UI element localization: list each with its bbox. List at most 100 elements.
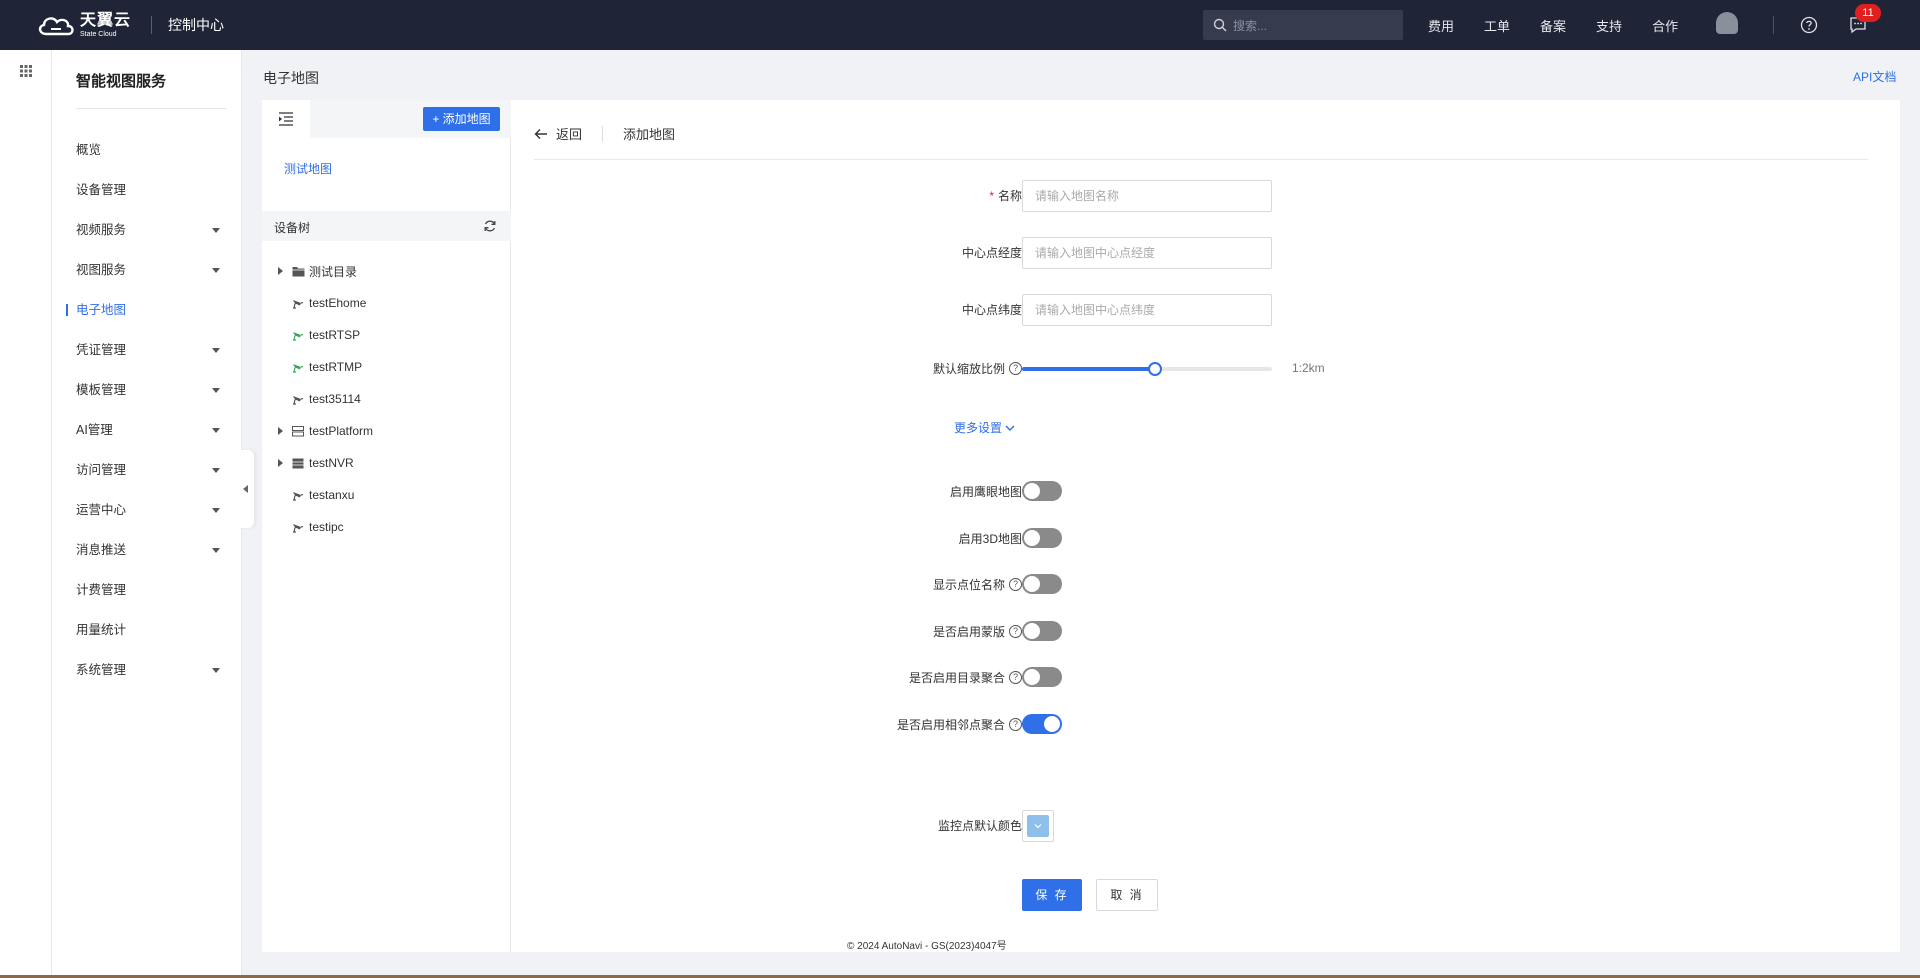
sidebar-item[interactable]: 概览 xyxy=(52,130,242,170)
map-list-item[interactable]: 测试地图 xyxy=(284,160,332,177)
save-button[interactable]: 保 存 xyxy=(1022,879,1082,911)
sidebar-collapse-handle[interactable] xyxy=(240,450,254,528)
caret-right-icon[interactable] xyxy=(278,459,283,467)
header-divider xyxy=(151,16,153,34)
help-icon[interactable] xyxy=(1800,16,1818,34)
sidebar-item[interactable]: 视图服务 xyxy=(52,250,242,290)
tree-node[interactable]: testanxu xyxy=(262,479,511,511)
form-divider xyxy=(534,159,1868,160)
toggle-switch[interactable] xyxy=(1022,620,1062,641)
tree-node-label: testNVR xyxy=(309,456,354,470)
toggle-switch[interactable] xyxy=(1022,527,1062,548)
sidebar-item[interactable]: 设备管理 xyxy=(52,170,242,210)
page-title: 电子地图 xyxy=(263,70,319,86)
cloud-logo-icon xyxy=(38,17,74,36)
nvr-icon xyxy=(291,457,305,469)
caret-down-icon xyxy=(212,228,220,233)
toggle-switch[interactable] xyxy=(1022,574,1062,595)
color-picker[interactable] xyxy=(1022,810,1054,842)
more-settings-toggle[interactable]: 更多设置 xyxy=(954,419,1016,436)
top-bar: 天翼云 State Cloud 控制中心 搜索... 费用 工单 备案 支持 合… xyxy=(0,0,1920,50)
tree-node[interactable]: testEhome xyxy=(262,287,511,319)
device-tree-title: 设备树 xyxy=(274,221,311,235)
back-button[interactable]: 返回 xyxy=(556,124,582,143)
add-map-button[interactable]: + 添加地图 xyxy=(423,107,500,131)
sidebar-item[interactable]: AI管理 xyxy=(52,410,242,450)
nav-partners[interactable]: 合作 xyxy=(1652,16,1678,35)
sidebar-item[interactable]: 用量统计 xyxy=(52,610,242,650)
tree-node[interactable]: testRTSP xyxy=(262,319,511,351)
help-icon[interactable]: ? xyxy=(1009,718,1022,731)
zoom-label: 默认缩放比例 ? xyxy=(933,360,1022,377)
tree-node[interactable]: testPlatform xyxy=(262,415,511,447)
caret-right-icon[interactable] xyxy=(278,427,283,435)
console-title[interactable]: 控制中心 xyxy=(168,15,224,35)
sidebar-item[interactable]: 消息推送 xyxy=(52,530,242,570)
switch-label: 显示点位名称? xyxy=(933,576,1022,593)
tree-node[interactable]: testipc xyxy=(262,511,511,543)
help-icon[interactable]: ? xyxy=(1009,578,1022,592)
sidebar-item-label: 访问管理 xyxy=(76,463,127,477)
form-title: 添加地图 xyxy=(623,127,676,142)
api-docs-link[interactable]: API文档 xyxy=(1853,68,1896,85)
help-icon[interactable]: ? xyxy=(1009,362,1022,375)
sidebar-item-label: 用量统计 xyxy=(76,623,127,637)
longitude-input[interactable] xyxy=(1022,237,1272,269)
camera-icon xyxy=(291,297,305,309)
toggle-switch[interactable] xyxy=(1022,481,1062,501)
toggle-switch[interactable] xyxy=(1022,714,1062,734)
camera-icon xyxy=(291,329,305,341)
camera-icon xyxy=(291,489,305,501)
help-icon[interactable]: ? xyxy=(1009,624,1022,638)
tree-node-label: testanxu xyxy=(309,488,355,502)
help-icon[interactable]: ? xyxy=(1009,671,1022,685)
sidebar-item[interactable]: 系统管理 xyxy=(52,650,242,690)
sidebar-item-label: AI管理 xyxy=(76,423,113,437)
sidebar-item-label: 计费管理 xyxy=(76,583,127,597)
add-map-form: 返回 添加地图 * 名称 中心点经度 中心点纬度 默认缩放比例 ? xyxy=(512,100,1900,952)
sidebar-item-label: 概览 xyxy=(76,143,102,157)
caret-down-icon xyxy=(212,348,220,353)
tree-node[interactable]: 测试目录 xyxy=(262,255,511,287)
server-icon xyxy=(291,425,305,437)
tree-node[interactable]: testNVR xyxy=(262,447,511,479)
sidebar-item[interactable]: 访问管理 xyxy=(52,450,242,490)
tree-node-label: test35114 xyxy=(309,392,361,406)
arrow-left-icon[interactable] xyxy=(534,127,548,141)
name-input[interactable] xyxy=(1022,180,1272,212)
sidebar-item[interactable]: 电子地图 xyxy=(52,290,242,330)
cancel-button[interactable]: 取 消 xyxy=(1096,879,1158,911)
nav-tickets[interactable]: 工单 xyxy=(1484,16,1510,35)
caret-right-icon[interactable] xyxy=(278,267,283,275)
avatar[interactable] xyxy=(1716,12,1738,34)
sidebar-item-label: 系统管理 xyxy=(76,663,127,677)
nav-filing[interactable]: 备案 xyxy=(1540,16,1566,35)
slider-fill xyxy=(1022,367,1155,371)
sidebar-item-label: 视图服务 xyxy=(76,263,127,277)
zoom-slider[interactable] xyxy=(1022,362,1272,376)
map-list-panel: + 添加地图 测试地图 设备树 测试目录 testEhome testRTSP tes… xyxy=(262,100,511,952)
logo[interactable]: 天翼云 State Cloud xyxy=(36,12,131,38)
slider-thumb[interactable] xyxy=(1147,362,1162,376)
tree-node[interactable]: test35114 xyxy=(262,383,511,415)
toggle-switch[interactable] xyxy=(1022,667,1062,688)
search-input[interactable]: 搜索... xyxy=(1203,10,1403,40)
sidebar-item[interactable]: 视频服务 xyxy=(52,210,242,250)
nav-fees[interactable]: 费用 xyxy=(1428,16,1454,35)
caret-down-icon xyxy=(212,388,220,393)
latitude-input[interactable] xyxy=(1022,294,1272,326)
sidebar-item[interactable]: 凭证管理 xyxy=(52,330,242,370)
switch-knob xyxy=(1024,669,1040,686)
panel-toggle-button[interactable] xyxy=(262,100,310,138)
nav-support[interactable]: 支持 xyxy=(1596,16,1622,35)
sidebar-item[interactable]: 模板管理 xyxy=(52,370,242,410)
tree-node[interactable]: testRTMP xyxy=(262,351,511,383)
logo-subtitle: State Cloud xyxy=(80,30,117,38)
refresh-icon[interactable] xyxy=(483,219,497,233)
search-icon xyxy=(1213,18,1227,32)
sidebar-item[interactable]: 运营中心 xyxy=(52,490,242,530)
color-swatch xyxy=(1027,815,1049,837)
content-card: + 添加地图 测试地图 设备树 测试目录 testEhome testRTSP tes… xyxy=(262,100,1900,952)
apps-grid-icon[interactable] xyxy=(20,65,32,77)
sidebar-item[interactable]: 计费管理 xyxy=(52,570,242,610)
